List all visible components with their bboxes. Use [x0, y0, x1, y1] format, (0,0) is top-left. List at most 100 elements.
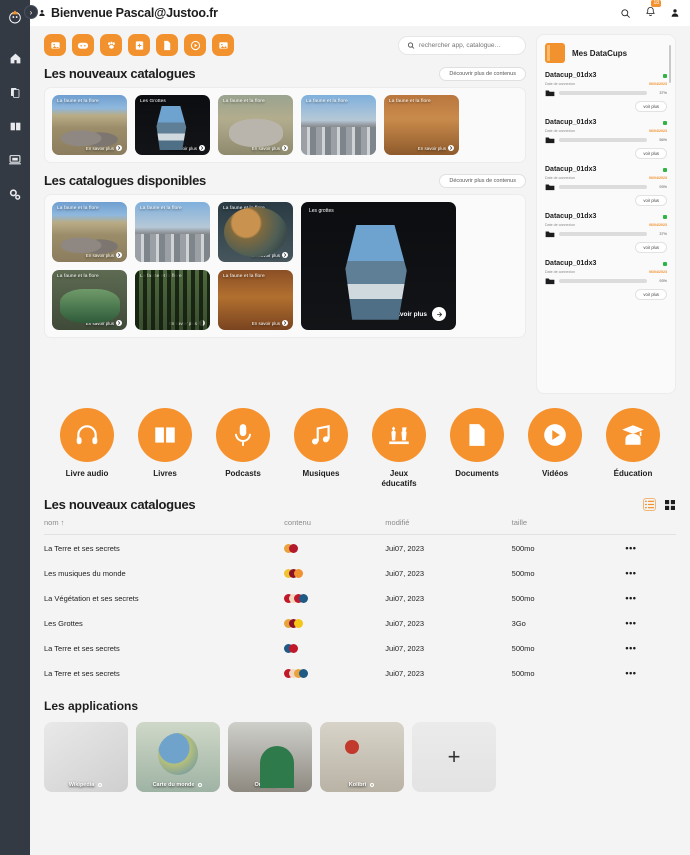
datacup-more-button[interactable]: voir plus: [635, 242, 667, 253]
row-actions-button[interactable]: •••: [625, 535, 676, 561]
card-cta[interactable]: En savoir plus: [252, 145, 288, 151]
column-header-nom[interactable]: nom ↑: [44, 518, 285, 535]
datacup-more-button[interactable]: voir plus: [635, 289, 667, 300]
datacup-item[interactable]: Datacup_01dx3 Date de connexion 06/04/20…: [545, 166, 667, 206]
datacups-scrollbar[interactable]: [669, 45, 671, 83]
add-application-button[interactable]: +: [412, 722, 496, 792]
column-header-modifie[interactable]: modifié: [385, 518, 512, 535]
column-header-contenu[interactable]: contenu: [284, 518, 386, 535]
catalogue-card[interactable]: La faune et la flore En savoir plus: [218, 270, 293, 330]
folder-icon: [545, 137, 555, 144]
datacup-item[interactable]: Datacup_01dx3 Date de connexion 06/04/20…: [545, 72, 667, 112]
table-row[interactable]: La Terre et ses secrets Jui07, 2023 500m…: [44, 535, 676, 561]
catalogue-card[interactable]: La faune et la flore En savoir plus: [52, 202, 127, 262]
list-view-icon[interactable]: [643, 498, 656, 511]
connection-label: Date de connexion: [545, 270, 575, 274]
datacup-more-button[interactable]: voir plus: [635, 101, 667, 112]
card-cta[interactable]: En savoir plus: [86, 145, 122, 151]
table-row[interactable]: Les Grottes Jui07, 2023 3Go •••: [44, 610, 676, 635]
card-cta[interactable]: En savoir plus: [418, 145, 454, 151]
datacup-item[interactable]: Datacup_01dx3 Date de connexion 06/04/20…: [545, 260, 667, 300]
topbar: Bienvenue Pascal@Justoo.fr 18: [30, 0, 690, 26]
sidebar-item-settings[interactable]: [2, 182, 28, 206]
search-input[interactable]: [419, 41, 517, 49]
datacup-item[interactable]: Datacup_01dx3 Date de connexion 06/04/20…: [545, 119, 667, 159]
app-tile-carte-du-monde[interactable]: Carte du monde: [136, 722, 220, 792]
table-row[interactable]: La Terre et ses secrets Jui07, 2023 500m…: [44, 635, 676, 660]
catalogue-card[interactable]: La faune et la flore En savoir plus: [135, 202, 210, 262]
app-tile-kolibri[interactable]: Kolibri: [320, 722, 404, 792]
catalogue-card[interactable]: Les Grottes En savoir plus: [135, 95, 210, 155]
sidebar-item-apps[interactable]: [2, 148, 28, 172]
category-musiques[interactable]: Musiques: [286, 408, 356, 489]
category-documents[interactable]: Documents: [442, 408, 512, 489]
row-actions-button[interactable]: •••: [625, 660, 676, 685]
sidebar: ›: [0, 0, 38, 855]
datacup-row-usage: 56%: [545, 136, 667, 144]
card-cta[interactable]: En savoir plus: [86, 320, 122, 326]
cell-nom: La Terre et ses secrets: [44, 643, 120, 653]
row-actions-button[interactable]: •••: [625, 585, 676, 610]
quick-games-button[interactable]: [72, 34, 94, 56]
quick-image-button[interactable]: [44, 34, 66, 56]
sidebar-item-files[interactable]: [2, 80, 28, 104]
category-livres[interactable]: Livres: [130, 408, 200, 489]
gear-icon[interactable]: [369, 782, 375, 788]
featured-card-cta[interactable]: En savoir plus: [383, 307, 446, 321]
datacup-more-button[interactable]: voir plus: [635, 148, 667, 159]
quick-video-button[interactable]: [184, 34, 206, 56]
category-livre-audio[interactable]: Livre audio: [52, 408, 122, 489]
category-jeux-educatifs[interactable]: Jeux éducatifs: [364, 408, 434, 489]
card-cta[interactable]: En savoir plus: [335, 145, 371, 151]
column-header-taille[interactable]: taille: [511, 518, 626, 535]
grid-view-icon[interactable]: [663, 498, 676, 511]
gear-icon[interactable]: [280, 782, 286, 788]
datacup-item[interactable]: Datacup_01dx3 Date de connexion 06/04/20…: [545, 213, 667, 253]
catalogue-card[interactable]: La faune et la flore En savoir plus: [52, 95, 127, 155]
quick-nature-button[interactable]: [100, 34, 122, 56]
gear-icon[interactable]: [197, 782, 203, 788]
catalogue-card[interactable]: La faune et la flore En savoir plus: [135, 270, 210, 330]
account-icon[interactable]: [670, 8, 680, 18]
category-podcasts[interactable]: Podcasts: [208, 408, 278, 489]
quick-document-button[interactable]: [156, 34, 178, 56]
app-logo[interactable]: [4, 6, 26, 28]
category-circle: [528, 408, 582, 462]
status-badge: [663, 120, 667, 125]
category-label: Podcasts: [225, 469, 261, 478]
card-cta[interactable]: En savoir plus: [169, 252, 205, 258]
row-actions-button[interactable]: •••: [625, 560, 676, 585]
quick-gallery-button[interactable]: [212, 34, 234, 56]
discover-more-new-button[interactable]: Découvrir plus de contenus: [439, 66, 526, 81]
row-actions-button[interactable]: •••: [625, 610, 676, 635]
card-cta[interactable]: En savoir plus: [252, 320, 288, 326]
card-cta[interactable]: En savoir plus: [86, 252, 122, 258]
catalogue-card[interactable]: La faune et la flore En savoir plus: [52, 270, 127, 330]
gear-icon[interactable]: [97, 782, 103, 788]
catalogue-card[interactable]: La faune et la flore En savoir plus: [218, 95, 293, 155]
table-row[interactable]: La Végétation et ses secrets Jui07, 2023…: [44, 585, 676, 610]
row-actions-button[interactable]: •••: [625, 635, 676, 660]
datacup-more-button[interactable]: voir plus: [635, 195, 667, 206]
card-cta[interactable]: En savoir plus: [169, 145, 205, 151]
catalogue-card[interactable]: La faune et la flore En savoir plus: [218, 202, 293, 262]
catalogue-card[interactable]: La faune et la flore En savoir plus: [384, 95, 459, 155]
category-videos[interactable]: Vidéos: [520, 408, 590, 489]
app-tile-wikipedia[interactable]: Wikipédia: [44, 722, 128, 792]
table-row[interactable]: La Terre et ses secrets Jui07, 2023 500m…: [44, 660, 676, 685]
category-education[interactable]: Éducation: [598, 408, 668, 489]
discover-more-available-button[interactable]: Découvrir plus de contenus: [439, 173, 526, 188]
search-bar[interactable]: [398, 35, 526, 55]
card-cta[interactable]: En savoir plus: [252, 252, 288, 258]
catalogue-card[interactable]: La faune et la flore En savoir plus: [301, 95, 376, 155]
app-tile-omekas[interactable]: OmekaS: [228, 722, 312, 792]
card-cta[interactable]: En savoir plus: [169, 320, 205, 326]
sidebar-item-home[interactable]: [2, 46, 28, 70]
table-row[interactable]: Les musiques du monde Jui07, 2023 500mo …: [44, 560, 676, 585]
featured-catalogue-card[interactable]: Les grottes En savoir plus: [301, 202, 456, 330]
notifications-button[interactable]: 18: [645, 0, 661, 22]
sidebar-toggle-button[interactable]: ›: [24, 5, 38, 19]
search-icon[interactable]: [620, 8, 631, 19]
quick-add-book-button[interactable]: [128, 34, 150, 56]
sidebar-item-books[interactable]: [2, 114, 28, 138]
